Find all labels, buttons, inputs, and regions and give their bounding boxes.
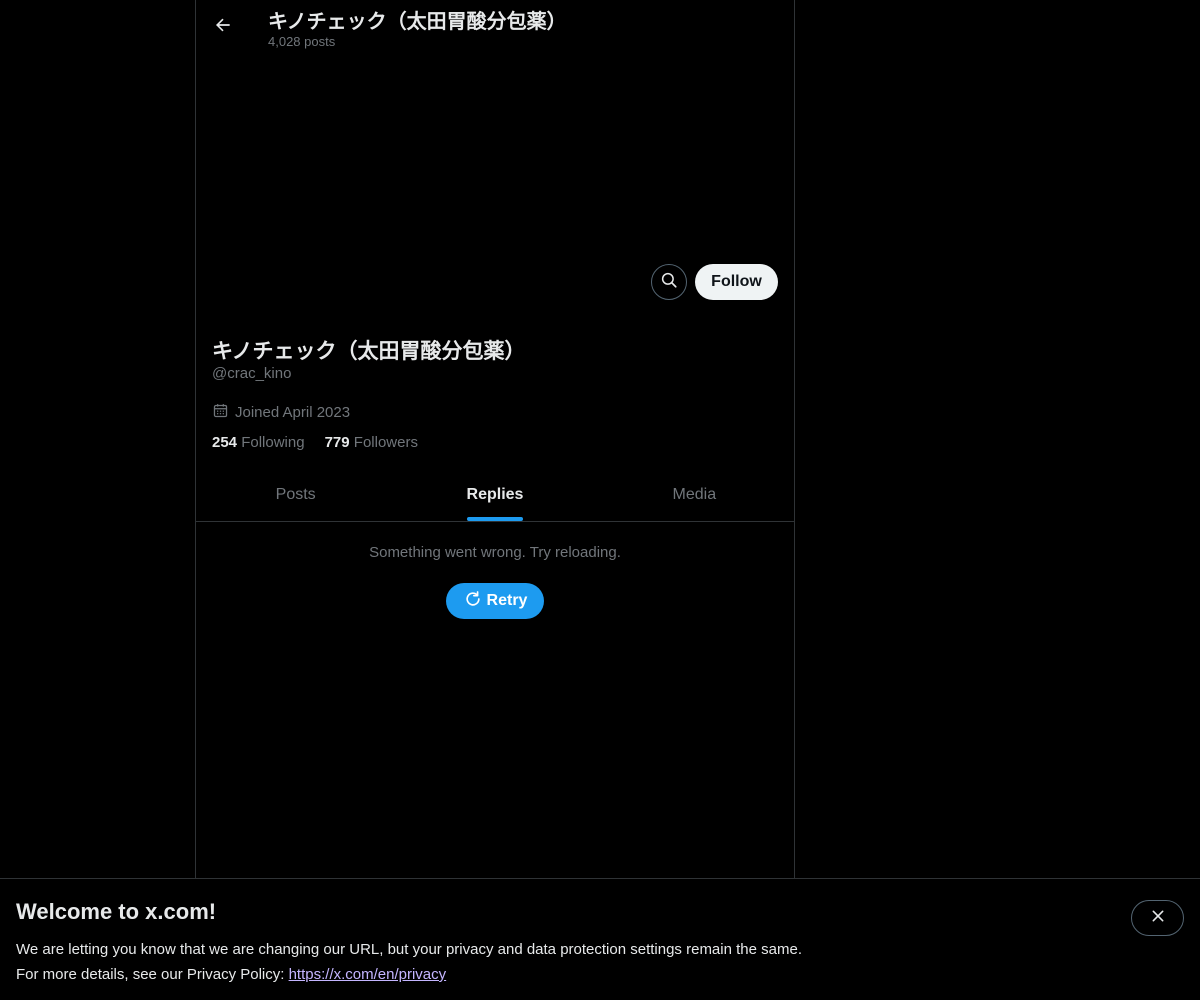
header-title: キノチェック（太田胃酸分包薬）	[268, 11, 567, 33]
posts-count: 4,028 posts	[268, 34, 336, 49]
tab-label: Replies	[466, 486, 524, 503]
back-button[interactable]	[206, 10, 240, 44]
welcome-line-2-prefix: For more details, see our Privacy Policy…	[16, 966, 289, 983]
error-message: Something went wrong. Try reloading.	[369, 544, 621, 561]
profile-column: キノチェック（太田胃酸分包薬） 4,028 posts Follow キノチェッ…	[195, 0, 795, 878]
welcome-banner: Welcome to x.com! We are letting you kno…	[0, 878, 1200, 1000]
active-tab-indicator	[466, 517, 523, 521]
search-profile-button[interactable]	[651, 264, 687, 300]
display-name: キノチェック（太田胃酸分包薬）	[212, 340, 526, 363]
user-handle: @crac_kino	[212, 365, 292, 382]
refresh-icon	[463, 589, 483, 614]
close-icon	[1150, 908, 1166, 929]
arrow-left-icon	[213, 15, 233, 40]
retry-button[interactable]: Retry	[446, 583, 544, 619]
follow-button[interactable]: Follow	[695, 264, 778, 300]
page: キノチェック（太田胃酸分包薬） 4,028 posts Follow キノチェッ…	[0, 0, 1200, 1000]
privacy-policy-link[interactable]: https://x.com/en/privacy	[289, 966, 447, 983]
joined-date: Joined April 2023	[212, 402, 350, 423]
following-label: Following	[241, 434, 305, 451]
close-welcome-button[interactable]	[1131, 900, 1184, 936]
following-link[interactable]: 254 Following	[212, 434, 305, 451]
joined-label: Joined April 2023	[235, 404, 351, 421]
tab-media[interactable]: Media	[595, 469, 794, 521]
welcome-title: Welcome to x.com!	[16, 899, 217, 924]
retry-label: Retry	[486, 592, 528, 609]
tab-replies[interactable]: Replies	[395, 469, 594, 521]
profile-tabs: Posts Replies Media	[196, 469, 794, 522]
profile-header: キノチェック（太田胃酸分包薬） 4,028 posts	[196, 0, 794, 53]
followers-count: 779	[324, 434, 350, 451]
tab-label: Media	[672, 486, 717, 503]
followers-link[interactable]: 779 Followers	[325, 434, 418, 451]
search-icon	[660, 271, 678, 294]
profile-banner	[196, 53, 794, 253]
followers-label: Followers	[353, 434, 418, 451]
profile-stats: 254 Following 779 Followers	[212, 434, 418, 451]
tab-posts[interactable]: Posts	[196, 469, 395, 521]
welcome-line-1: We are letting you know that we are chan…	[16, 941, 802, 958]
tab-label: Posts	[275, 486, 316, 503]
calendar-icon	[212, 402, 229, 423]
welcome-body: We are letting you know that we are chan…	[16, 937, 802, 987]
welcome-line-2: For more details, see our Privacy Policy…	[16, 962, 802, 987]
following-count: 254	[212, 434, 238, 451]
